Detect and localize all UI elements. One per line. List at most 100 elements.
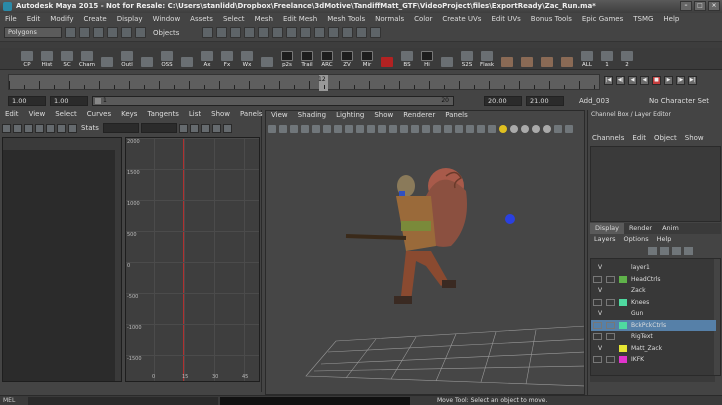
viewport-tool-icon-0[interactable] (268, 125, 276, 133)
viewport-tool-icon-4[interactable] (312, 125, 320, 133)
viewport-tool-icon-18[interactable] (466, 125, 474, 133)
viewport-scene[interactable] (266, 136, 585, 395)
channel-box-area[interactable] (590, 146, 721, 222)
layer-visibility-toggle[interactable] (593, 333, 602, 340)
channel-menu-show[interactable]: Show (681, 134, 708, 142)
layer-row-gun[interactable]: V Gun (591, 308, 716, 319)
mel-label[interactable]: MEL (3, 397, 15, 404)
graph-editor-outliner[interactable] (2, 137, 122, 382)
viewport-menu-view[interactable]: View (266, 111, 293, 121)
stats-time-field[interactable] (102, 123, 139, 133)
viewport-tool-icon-14[interactable] (422, 125, 430, 133)
layer-menu-layers[interactable]: Layers (590, 235, 620, 243)
menu-mesh-tools[interactable]: Mesh Tools (322, 15, 370, 23)
shelf-button-fx[interactable]: Fx (218, 48, 236, 68)
shelf-button-icon-8[interactable] (178, 48, 196, 68)
layer-color-swatch[interactable] (619, 344, 627, 352)
viewport-tool-icon-24[interactable] (532, 125, 540, 133)
stop-icon[interactable]: ■ (652, 76, 661, 85)
channel-menu-edit[interactable]: Edit (628, 134, 650, 142)
layer-visibility-toggle[interactable] (593, 321, 602, 329)
viewport-tool-icon-23[interactable] (521, 125, 529, 133)
frame-playback-icon[interactable] (200, 123, 210, 133)
menu-edit-mesh[interactable]: Edit Mesh (278, 15, 322, 23)
viewport-tool-icon-25[interactable] (543, 125, 551, 133)
shelf-button-icon-26[interactable] (538, 48, 556, 68)
viewport-tool-icon-6[interactable] (334, 125, 342, 133)
shelf-button-mir[interactable]: Mir (358, 48, 376, 68)
viewport-tool-icon-12[interactable] (400, 125, 408, 133)
layer-row-bckpckctrls[interactable]: BckPckCtrls (591, 319, 716, 331)
layer-display-type-toggle[interactable] (606, 298, 615, 306)
viewport-tool-icon-3[interactable] (301, 125, 309, 133)
maximize-button[interactable]: □ (694, 1, 706, 11)
layer-visibility-toggle[interactable] (593, 298, 602, 306)
layer-visibility-toggle[interactable] (593, 356, 602, 363)
layer-menu-help[interactable]: Help (653, 235, 676, 243)
graph-menu-select[interactable]: Select (50, 110, 82, 120)
viewport-tool-icon-20[interactable] (488, 125, 496, 133)
layer-color-swatch[interactable] (619, 321, 627, 329)
play-backward-icon[interactable]: ◀ (640, 76, 649, 85)
move-layer-up-icon[interactable] (648, 247, 657, 255)
shelf-button-sc[interactable]: SC (58, 48, 76, 68)
open-scene-icon[interactable] (79, 27, 90, 38)
viewport-tool-icon-13[interactable] (411, 125, 419, 133)
menu-tsmg[interactable]: TSMG (628, 15, 658, 23)
graph-menu-edit[interactable]: Edit (0, 110, 24, 120)
viewport-tool-icon-22[interactable] (510, 125, 518, 133)
menu-display[interactable]: Display (112, 15, 148, 23)
render-settings-icon[interactable] (300, 27, 312, 38)
viewport-tool-icon-8[interactable] (356, 125, 364, 133)
shelf-button-arc[interactable]: ARC (318, 48, 336, 68)
shelf-button-icon-21[interactable] (438, 48, 456, 68)
shelf-button-1[interactable]: 1 (598, 48, 616, 68)
viewport-tool-icon-17[interactable] (455, 125, 463, 133)
menu-help[interactable]: Help (658, 15, 684, 23)
viewport-tool-icon-1[interactable] (279, 125, 287, 133)
close-button[interactable]: × (708, 1, 720, 11)
viewport-tool-icon-5[interactable] (323, 125, 331, 133)
stats-value-field[interactable] (140, 123, 177, 133)
shelf-button-2[interactable]: 2 (618, 48, 636, 68)
layer-row-knees[interactable]: Knees (591, 297, 716, 308)
toggle-panel-icon[interactable] (342, 27, 354, 38)
layer-visibility-toggle[interactable]: V (596, 308, 604, 319)
lock-icon[interactable] (328, 27, 340, 38)
layer-visibility-toggle[interactable]: V (596, 285, 604, 296)
menu-create-uvs[interactable]: Create UVs (437, 15, 486, 23)
viewport-menu-lighting[interactable]: Lighting (331, 111, 369, 121)
select-hierarchy-icon[interactable] (107, 27, 118, 38)
shelf-button-flask[interactable]: Flask (478, 48, 496, 68)
menu-edit[interactable]: Edit (22, 15, 46, 23)
shelf-button-cham[interactable]: Cham (78, 48, 96, 68)
end-time-field[interactable]: 21.00 (526, 96, 564, 106)
frame-all-icon[interactable] (178, 123, 188, 133)
viewport-tool-icon-9[interactable] (367, 125, 375, 133)
viewport-tool-icon-19[interactable] (477, 125, 485, 133)
viewport-tool-icon-27[interactable] (565, 125, 573, 133)
select-component-icon[interactable] (135, 27, 146, 38)
frame-selection-icon[interactable] (189, 123, 199, 133)
layer-row-layer1[interactable]: Vlayer1 (591, 262, 716, 273)
tool-settings-icon[interactable] (356, 27, 368, 38)
menu-file[interactable]: File (0, 15, 22, 23)
layer-color-swatch[interactable] (619, 275, 627, 283)
layer-visibility-toggle[interactable]: V (596, 343, 604, 354)
step-back-key-icon[interactable]: ◀| (616, 76, 625, 85)
perspective-viewport[interactable]: View Shading Lighting Show Renderer Panels (265, 110, 585, 395)
region-tool-icon[interactable] (35, 123, 44, 133)
layer-display-type-toggle[interactable] (606, 333, 615, 340)
graph-menu-list[interactable]: List (184, 110, 206, 120)
layer-row-zack[interactable]: V Zack (591, 285, 716, 296)
go-to-end-icon[interactable]: ▶| (688, 76, 697, 85)
playback-start-field[interactable]: 1.00 (50, 96, 88, 106)
outliner-scrollbar[interactable] (115, 138, 121, 381)
graph-menu-panels[interactable]: Panels (235, 110, 268, 120)
time-ruler[interactable]: 12 (8, 74, 600, 91)
menu-create[interactable]: Create (78, 15, 111, 23)
snap-plane-icon[interactable] (244, 27, 256, 38)
shelf-button-bs[interactable]: BS (398, 48, 416, 68)
graph-menu-show[interactable]: Show (206, 110, 235, 120)
layer-menu-options[interactable]: Options (620, 235, 653, 243)
